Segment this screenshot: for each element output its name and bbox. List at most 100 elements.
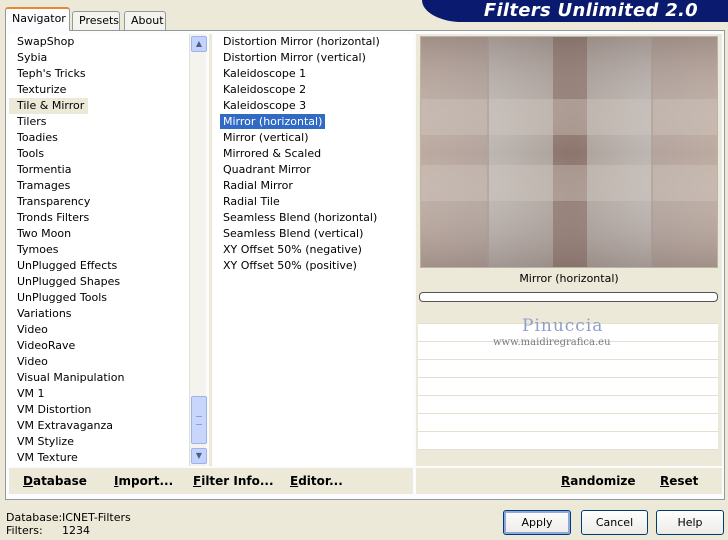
category-item-label: VM 1 (17, 387, 45, 400)
category-item[interactable]: Tormentia (9, 162, 189, 178)
category-item[interactable]: SwapShop (9, 34, 189, 50)
category-item[interactable]: Tronds Filters (9, 210, 189, 226)
filter-item-label: Seamless Blend (vertical) (223, 227, 364, 240)
category-item[interactable]: UnPlugged Shapes (9, 274, 189, 290)
category-item[interactable]: Tramages (9, 178, 189, 194)
filter-item[interactable]: Mirror (horizontal) (213, 114, 413, 130)
category-item-label: VM Stylize (17, 435, 74, 448)
help-button[interactable]: Help (656, 510, 724, 535)
cancel-button[interactable]: Cancel (581, 510, 648, 535)
category-item[interactable]: VM Stylize (9, 434, 189, 450)
filter-item-label: XY Offset 50% (negative) (223, 243, 362, 256)
category-item-label: Tormentia (17, 163, 72, 176)
editor-button[interactable]: Editor... (290, 474, 343, 488)
filter-item[interactable]: XY Offset 50% (positive) (213, 258, 413, 274)
preview-filter-name: Mirror (horizontal) (519, 272, 619, 285)
filter-item-label: Radial Mirror (223, 179, 293, 192)
filter-item[interactable]: Seamless Blend (horizontal) (213, 210, 413, 226)
category-item[interactable]: VM Texture (9, 450, 189, 466)
scroll-up-button[interactable]: ▲ (191, 36, 207, 52)
filter-item-label: Kaleidoscope 1 (223, 67, 307, 80)
filter-item[interactable]: Kaleidoscope 1 (213, 66, 413, 82)
category-item[interactable]: UnPlugged Effects (9, 258, 189, 274)
database-label: Database: (6, 511, 63, 524)
filters-label: Filters: (6, 524, 43, 537)
category-item[interactable]: Video (9, 354, 189, 370)
category-item-label: Toadies (17, 131, 58, 144)
category-item[interactable]: Tilers (9, 114, 189, 130)
category-item-label: Tymoes (17, 243, 59, 256)
category-item[interactable]: Tools (9, 146, 189, 162)
category-item-label: Tile & Mirror (9, 98, 89, 114)
category-item-label: VM Distortion (17, 403, 92, 416)
database-value: ICNET-Filters (62, 511, 131, 524)
app-title: Filters Unlimited 2.0 (483, 0, 698, 21)
tab-about[interactable]: About (124, 11, 166, 30)
filter-item[interactable]: XY Offset 50% (negative) (213, 242, 413, 258)
category-item-label: Tilers (17, 115, 47, 128)
category-item[interactable]: Teph's Tricks (9, 66, 189, 82)
filter-item-label: Kaleidoscope 3 (223, 99, 307, 112)
database-button[interactable]: Database (23, 474, 87, 488)
category-item-label: Transparency (17, 195, 91, 208)
filter-item-label: Distortion Mirror (vertical) (223, 51, 366, 64)
database-info: Database: ICNET-Filters Filters: 1234 (6, 511, 131, 537)
category-item-label: Two Moon (17, 227, 72, 240)
progress-bar (419, 292, 718, 302)
filter-item[interactable]: Radial Mirror (213, 178, 413, 194)
import-button[interactable]: Import... (114, 474, 173, 488)
category-item[interactable]: UnPlugged Tools (9, 290, 189, 306)
filter-item[interactable]: Seamless Blend (vertical) (213, 226, 413, 242)
category-item[interactable]: VM Distortion (9, 402, 189, 418)
category-item[interactable]: Texturize (9, 82, 189, 98)
category-item-label: VideoRave (17, 339, 76, 352)
filter-item[interactable]: Mirrored & Scaled (213, 146, 413, 162)
category-item[interactable]: Visual Manipulation (9, 370, 189, 386)
category-item[interactable]: VideoRave (9, 338, 189, 354)
category-item[interactable]: Tymoes (9, 242, 189, 258)
category-item-label: Sybia (17, 51, 48, 64)
category-item-label: Teph's Tricks (17, 67, 86, 80)
category-item[interactable]: Toadies (9, 130, 189, 146)
list-divider (209, 34, 212, 466)
tab-navigator[interactable]: Navigator (5, 7, 70, 31)
filters-count: 1234 (62, 524, 90, 537)
filter-item[interactable]: Distortion Mirror (vertical) (213, 50, 413, 66)
filter-item-label: Quadrant Mirror (223, 163, 311, 176)
filter-item[interactable]: Mirror (vertical) (213, 130, 413, 146)
apply-button[interactable]: Apply (503, 510, 571, 535)
filter-item[interactable]: Kaleidoscope 2 (213, 82, 413, 98)
reset-button[interactable]: Reset (660, 474, 698, 488)
category-item[interactable]: Two Moon (9, 226, 189, 242)
category-list[interactable]: SwapShop Sybia Teph's Tricks Texturize Tile … (9, 34, 189, 466)
scroll-thumb[interactable] (191, 396, 207, 444)
filter-info-button[interactable]: Filter Info... (193, 474, 274, 488)
category-scrollbar[interactable]: ▲ ▼ (189, 34, 207, 466)
category-item[interactable]: Sybia (9, 50, 189, 66)
navigator-toolbar: Database Import... Filter Info... Editor… (9, 468, 413, 494)
category-item-label: UnPlugged Tools (17, 291, 107, 304)
category-item[interactable]: VM 1 (9, 386, 189, 402)
tab-bar: Navigator Presets About Filters Unlimite… (0, 0, 728, 31)
category-item-label: SwapShop (17, 35, 75, 48)
scroll-down-button[interactable]: ▼ (191, 448, 207, 464)
category-item[interactable]: Tile & Mirror (9, 98, 189, 114)
tab-presets[interactable]: Presets (72, 11, 120, 30)
category-item[interactable]: Transparency (9, 194, 189, 210)
category-item-label: Video (17, 355, 48, 368)
filter-item-label: Mirror (horizontal) (220, 114, 326, 129)
filter-item-label: Radial Tile (223, 195, 280, 208)
filter-list[interactable]: Distortion Mirror (horizontal) Distortion… (213, 34, 413, 466)
category-item[interactable]: VM Extravaganza (9, 418, 189, 434)
category-item-label: UnPlugged Shapes (17, 275, 121, 288)
filter-item[interactable]: Quadrant Mirror (213, 162, 413, 178)
filter-item-label: Distortion Mirror (horizontal) (223, 35, 380, 48)
filter-item[interactable]: Kaleidoscope 3 (213, 98, 413, 114)
filter-item-label: Mirror (vertical) (223, 131, 309, 144)
watermark-name: Pinuccia (522, 316, 604, 336)
category-item[interactable]: Variations (9, 306, 189, 322)
filter-item[interactable]: Distortion Mirror (horizontal) (213, 34, 413, 50)
randomize-button[interactable]: Randomize (561, 474, 635, 488)
filter-item[interactable]: Radial Tile (213, 194, 413, 210)
category-item[interactable]: Video (9, 322, 189, 338)
